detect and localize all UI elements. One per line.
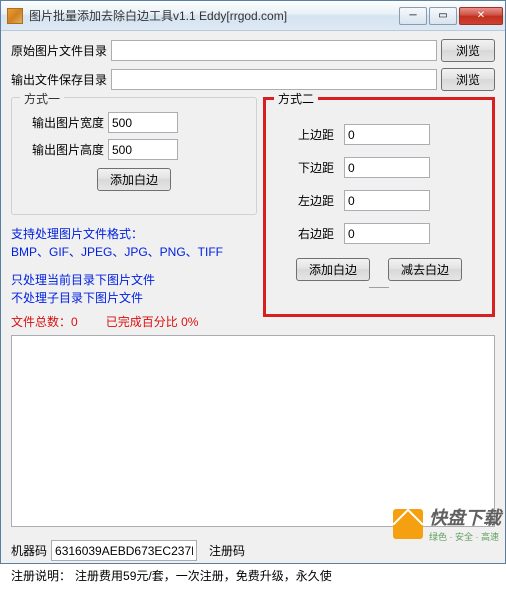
minimize-button[interactable]: ─ xyxy=(399,7,427,25)
right-margin-input[interactable] xyxy=(344,223,430,244)
method2-buttons: 添加白边 减去白边 xyxy=(280,258,478,281)
width-row: 输出图片宽度 xyxy=(22,112,246,133)
right-margin-row: 右边距 xyxy=(280,223,478,244)
progress-value: 0% xyxy=(181,315,198,329)
width-label: 输出图片宽度 xyxy=(22,114,108,131)
file-count-value: 0 xyxy=(71,315,78,329)
bottom-margin-row: 下边距 xyxy=(280,157,478,178)
watermark-brand: 快盘下载 xyxy=(429,504,501,530)
height-input[interactable] xyxy=(108,139,178,160)
source-dir-row: 原始图片文件目录 浏览 xyxy=(11,39,495,62)
method2-group: 方式二 上边距 下边距 左边距 右边距 xyxy=(263,97,495,317)
log-textarea[interactable] xyxy=(11,335,495,527)
left-margin-label: 左边距 xyxy=(280,192,344,209)
machine-code-input[interactable] xyxy=(51,540,197,561)
watermark-tagline: 绿色 · 安全 · 高速 xyxy=(429,530,501,543)
stats-row: 文件总数：0 已完成百分比 0% xyxy=(11,313,257,331)
output-dir-input[interactable] xyxy=(111,69,437,90)
source-browse-button[interactable]: 浏览 xyxy=(441,39,495,62)
width-input[interactable] xyxy=(108,112,178,133)
right-margin-label: 右边距 xyxy=(280,225,344,242)
watermark-text: 快盘下载 绿色 · 安全 · 高速 xyxy=(429,504,501,543)
file-count: 文件总数：0 xyxy=(11,313,78,331)
bottom-margin-input[interactable] xyxy=(344,157,430,178)
bottom-margin-label: 下边距 xyxy=(280,159,344,176)
watermark-logo-icon xyxy=(393,509,423,539)
formats-value: BMP、GIF、JPEG、JPG、PNG、TIFF xyxy=(11,243,257,261)
method1-group: 方式一 输出图片宽度 输出图片高度 添加白边 xyxy=(11,97,257,215)
watermark: 快盘下载 绿色 · 安全 · 高速 xyxy=(393,504,501,543)
height-label: 输出图片高度 xyxy=(22,141,108,158)
method1-title: 方式一 xyxy=(20,90,64,107)
output-browse-button[interactable]: 浏览 xyxy=(441,68,495,91)
method1-button-row: 添加白边 xyxy=(22,168,246,191)
machine-code-label: 机器码 xyxy=(11,542,47,559)
app-window: 图片批量添加去除白边工具v1.1 Eddy[rrgod.com] ─ ▭ ✕ 原… xyxy=(0,0,506,564)
method1-column: 方式一 输出图片宽度 输出图片高度 添加白边 支持处理图片文件格式： xyxy=(11,97,257,331)
progress: 已完成百分比 0% xyxy=(106,313,199,331)
method2-column: 方式二 上边距 下边距 左边距 右边距 xyxy=(263,97,495,317)
window-title: 图片批量添加去除白边工具v1.1 Eddy[rrgod.com] xyxy=(29,7,399,24)
left-margin-input[interactable] xyxy=(344,190,430,211)
register-section: 机器码 注册码 注册说明： 注册费用59元/套，一次注册，免费升级，永久使 xyxy=(11,540,495,584)
left-margin-row: 左边距 xyxy=(280,190,478,211)
register-desc-label: 注册说明： xyxy=(11,567,71,584)
method2-title: 方式二 xyxy=(274,90,318,107)
source-dir-input[interactable] xyxy=(111,40,437,61)
height-row: 输出图片高度 xyxy=(22,139,246,160)
top-margin-input[interactable] xyxy=(344,124,430,145)
method1-add-button[interactable]: 添加白边 xyxy=(97,168,171,191)
note1: 只处理当前目录下图片文件 xyxy=(11,271,257,289)
machine-code-row: 机器码 注册码 xyxy=(11,540,495,561)
formats-label: 支持处理图片文件格式： xyxy=(11,225,257,243)
maximize-button[interactable]: ▭ xyxy=(429,7,457,25)
titlebar: 图片批量添加去除白边工具v1.1 Eddy[rrgod.com] ─ ▭ ✕ xyxy=(1,1,505,31)
file-count-label: 文件总数： xyxy=(11,315,71,329)
close-button[interactable]: ✕ xyxy=(459,7,503,25)
note2: 不处理子目录下图片文件 xyxy=(11,289,257,307)
divider-icon xyxy=(369,287,389,288)
app-icon xyxy=(7,8,23,24)
output-dir-label: 输出文件保存目录 xyxy=(11,71,107,88)
register-desc-row: 注册说明： 注册费用59元/套，一次注册，免费升级，永久使 xyxy=(11,567,495,584)
method2-remove-button[interactable]: 减去白边 xyxy=(388,258,462,281)
top-margin-label: 上边距 xyxy=(280,126,344,143)
method2-add-button[interactable]: 添加白边 xyxy=(296,258,370,281)
reg-code-label: 注册码 xyxy=(209,542,245,559)
methods-container: 方式一 输出图片宽度 输出图片高度 添加白边 支持处理图片文件格式： xyxy=(11,97,495,331)
top-margin-row: 上边距 xyxy=(280,124,478,145)
progress-label: 已完成百分比 xyxy=(106,315,178,329)
register-desc-text: 注册费用59元/套，一次注册，免费升级，永久使 xyxy=(75,567,332,584)
info-block: 支持处理图片文件格式： BMP、GIF、JPEG、JPG、PNG、TIFF 只处… xyxy=(11,225,257,331)
output-dir-row: 输出文件保存目录 浏览 xyxy=(11,68,495,91)
window-controls: ─ ▭ ✕ xyxy=(399,7,503,25)
source-dir-label: 原始图片文件目录 xyxy=(11,42,107,59)
